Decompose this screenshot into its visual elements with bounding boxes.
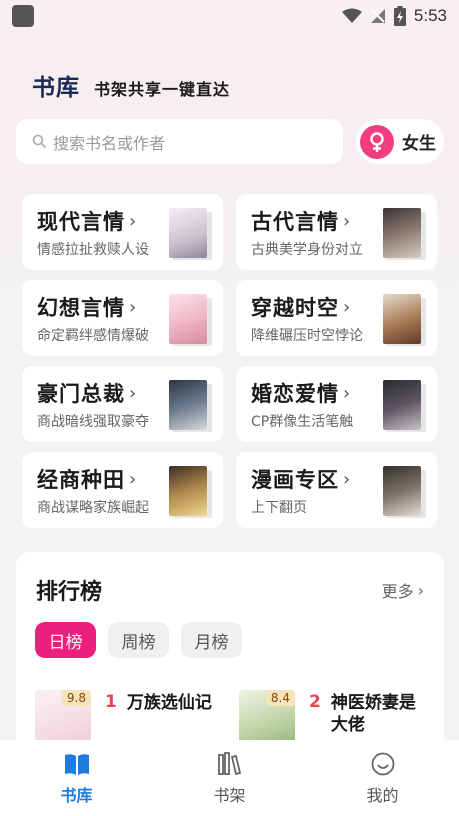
- bottom-nav: 书库 书架 我的: [0, 740, 459, 816]
- chevron-right-icon: ›: [343, 210, 351, 232]
- search-icon: [32, 134, 47, 149]
- status-time: 5:53: [413, 6, 447, 25]
- category-title: 幻想言情: [37, 296, 125, 320]
- ranking-tabs: 日榜 周榜 月榜: [35, 622, 242, 658]
- status-bar: 5:53: [0, 0, 459, 32]
- gender-label: 女生: [402, 134, 436, 154]
- category-card-time-travel[interactable]: 穿越时空 › 降维碾压时空悖论: [236, 280, 437, 356]
- category-card-business-farming[interactable]: 经商种田 › 商战谋略家族崛起: [22, 452, 223, 528]
- female-icon: [360, 124, 394, 159]
- book-cover-image: [169, 380, 207, 430]
- book-cover-image: [383, 208, 421, 258]
- tab-daily[interactable]: 日榜: [35, 622, 96, 658]
- nav-profile[interactable]: 我的: [306, 740, 459, 816]
- category-desc: 降维碾压时空悖论: [251, 328, 363, 344]
- chevron-right-icon: ›: [129, 468, 137, 490]
- book-cover-image: [169, 294, 207, 344]
- book-cover-image: [383, 294, 421, 344]
- book-cover-image: [169, 208, 207, 258]
- category-title: 穿越时空: [251, 296, 339, 320]
- category-title: 现代言情: [37, 210, 125, 234]
- category-card-ceo-romance[interactable]: 豪门总裁 › 商战暗线强取豪夺: [22, 366, 223, 442]
- nav-label: 我的: [366, 786, 399, 805]
- category-desc: 商战暗线强取豪夺: [37, 414, 149, 430]
- no-signal-icon: [370, 9, 385, 23]
- page-title: 书库: [32, 75, 80, 101]
- tab-monthly[interactable]: 月榜: [181, 622, 242, 658]
- nav-label: 书架: [213, 786, 246, 805]
- category-desc: 命定羁绊感情爆破: [37, 328, 149, 344]
- score-badge: 8.4: [265, 690, 295, 706]
- category-desc: CP群像生活笔触: [251, 414, 354, 430]
- category-title: 漫画专区: [251, 468, 339, 492]
- category-desc: 上下翻页: [251, 500, 307, 516]
- ranking-more-link[interactable]: 更多 ›: [382, 578, 424, 602]
- category-card-fantasy-romance[interactable]: 幻想言情 › 命定羁绊感情爆破: [22, 280, 223, 356]
- chevron-right-icon: ›: [343, 468, 351, 490]
- nav-library[interactable]: 书库: [0, 740, 153, 816]
- notification-icon: [12, 5, 34, 27]
- wifi-icon: [341, 8, 362, 23]
- more-label: 更多: [381, 582, 414, 601]
- ranking-title: 排行榜: [36, 580, 103, 605]
- category-desc: 古典美学身份对立: [251, 242, 363, 258]
- category-title: 经商种田: [37, 468, 125, 492]
- category-title: 古代言情: [251, 210, 339, 234]
- search-input[interactable]: 搜索书名或作者: [16, 119, 343, 164]
- chevron-right-icon: ›: [343, 382, 351, 404]
- category-title: 豪门总裁: [37, 382, 125, 406]
- page-slogan: 书架共享一键直达: [94, 80, 231, 99]
- category-card-comics[interactable]: 漫画专区 › 上下翻页: [236, 452, 437, 528]
- category-card-marriage-romance[interactable]: 婚恋爱情 › CP群像生活笔触: [236, 366, 437, 442]
- chevron-right-icon: ›: [129, 210, 137, 232]
- book-cover-image: [169, 466, 207, 516]
- smiley-profile-icon: [371, 752, 394, 776]
- category-card-modern-romance[interactable]: 现代言情 › 情感拉扯救赎人设: [22, 194, 223, 270]
- book-cover-image: [383, 380, 421, 430]
- score-badge: 9.8: [61, 690, 91, 706]
- category-title: 婚恋爱情: [251, 382, 339, 406]
- category-desc: 商战谋略家族崛起: [37, 500, 149, 516]
- chevron-right-icon: ›: [129, 296, 137, 318]
- battery-icon: [393, 6, 406, 26]
- nav-label: 书库: [60, 786, 93, 805]
- gender-switch-button[interactable]: 女生: [356, 119, 444, 164]
- chevron-right-icon: ›: [343, 296, 351, 318]
- bookshelf-icon: [217, 752, 241, 776]
- chevron-right-icon: ›: [417, 580, 424, 600]
- book-cover-image: [383, 466, 421, 516]
- page-header: 书库 书架共享一键直达: [32, 68, 230, 102]
- chevron-right-icon: ›: [129, 382, 137, 404]
- nav-bookshelf[interactable]: 书架: [153, 740, 306, 816]
- library-book-icon: [64, 754, 89, 775]
- status-indicators: 5:53: [341, 6, 447, 26]
- category-card-ancient-romance[interactable]: 古代言情 › 古典美学身份对立: [236, 194, 437, 270]
- search-placeholder: 搜索书名或作者: [53, 133, 166, 153]
- category-desc: 情感拉扯救赎人设: [37, 242, 149, 258]
- tab-weekly[interactable]: 周榜: [108, 622, 169, 658]
- ranking-panel: 排行榜 更多 › 日榜 周榜 月榜 9.8 1 万族选仙记 8.4 2 神医娇妻…: [16, 552, 444, 752]
